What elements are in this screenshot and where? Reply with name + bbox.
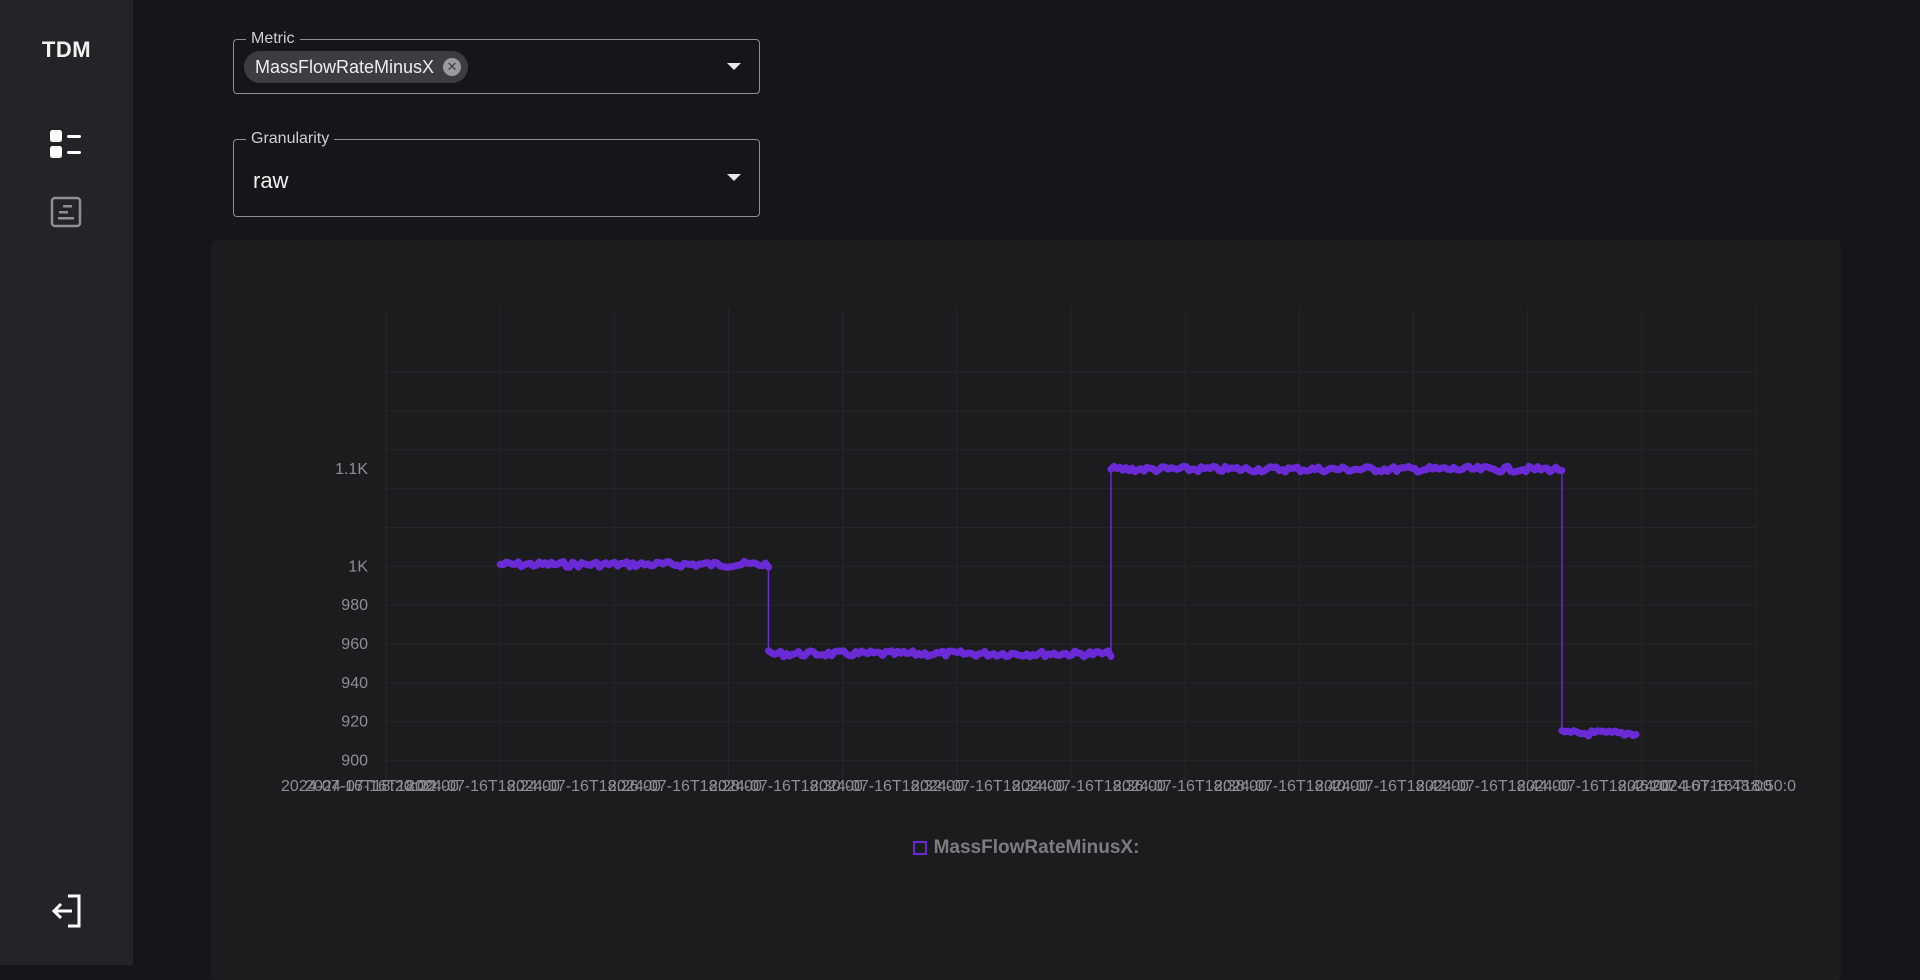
x-tick-label: 2024-07-16T18:50:0 <box>1651 778 1796 795</box>
line-chart: 9009209409609801K1.1K2024-07-16T18:20:00… <box>281 308 1796 795</box>
app-logo: TDM <box>41 37 92 62</box>
metric-chip[interactable]: MassFlowRateMinusX ✕ <box>244 51 469 83</box>
report-document-icon[interactable] <box>46 191 88 233</box>
series-segment <box>765 647 1115 661</box>
y-tick-label: 900 <box>341 753 368 770</box>
series-segment <box>1107 462 1566 476</box>
legend-label: MassFlowRateMinusX: <box>933 837 1140 858</box>
chip-remove-icon[interactable]: ✕ <box>443 58 462 76</box>
y-tick-label: 1K <box>348 558 368 575</box>
chevron-down-icon[interactable] <box>727 62 741 70</box>
metric-label: Metric <box>246 30 300 48</box>
y-tick-label: 980 <box>341 597 368 614</box>
chevron-down-icon[interactable] <box>727 174 741 181</box>
chart-card: 900 920 940 960 980 1K 1.1K 2024-07-16T18:20:00… <box>211 240 1841 980</box>
series-line <box>500 468 1637 735</box>
y-tick-label: 940 <box>341 675 368 692</box>
metric-select[interactable]: Metric MassFlowRateMinusX ✕ <box>233 30 760 94</box>
granularity-label: Granularity <box>246 130 335 148</box>
metric-chip-label: MassFlowRateMinusX <box>255 56 435 77</box>
series-segment <box>1558 727 1640 740</box>
list-dashboard-icon[interactable] <box>46 124 88 166</box>
granularity-value: raw <box>253 168 289 193</box>
legend-swatch[interactable] <box>912 841 927 855</box>
granularity-select[interactable]: Granularity raw <box>233 130 760 217</box>
y-tick-label: 960 <box>341 636 368 653</box>
y-tick-label: 920 <box>341 714 368 731</box>
chart-legend[interactable]: MassFlowRateMinusX: <box>211 837 1841 859</box>
logout-icon[interactable] <box>46 890 88 932</box>
y-tick-label: 1.1K <box>335 461 368 478</box>
sidebar: TDM <box>0 0 133 965</box>
